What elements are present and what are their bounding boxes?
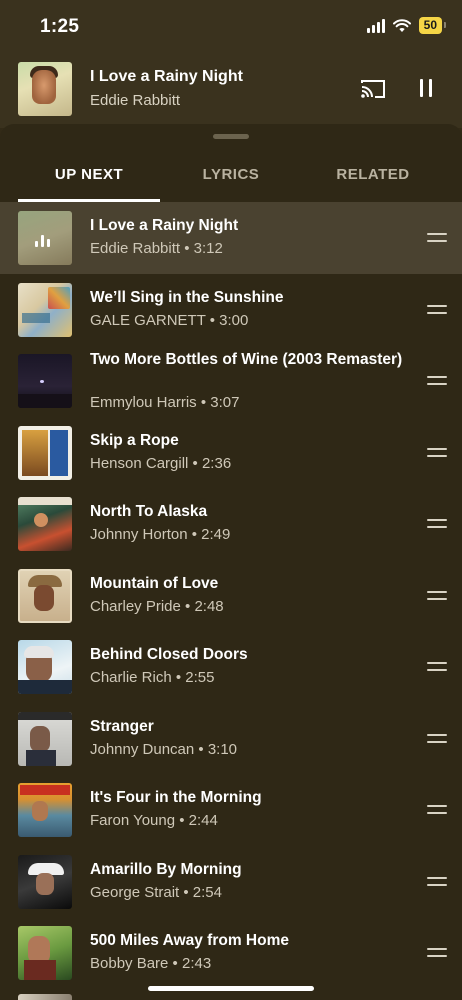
home-indicator xyxy=(148,986,314,991)
tab-related[interactable]: RELATED xyxy=(298,166,448,183)
album-art xyxy=(18,711,72,766)
track-artist-duration: Faron Young • 2:44 xyxy=(90,812,218,829)
album-art xyxy=(18,568,72,623)
tab-lyrics[interactable]: LYRICS xyxy=(156,166,306,183)
sheet-drag-handle[interactable] xyxy=(213,134,249,139)
now-playing-equalizer-icon xyxy=(35,235,50,247)
track-artist-duration: Eddie Rabbitt • 3:12 xyxy=(90,240,223,257)
queue-item[interactable]: We’ll Sing in the Sunshine GALE GARNETT … xyxy=(0,274,462,346)
track-title: 500 Miles Away from Home xyxy=(90,932,289,949)
track-artist-duration: Charlie Rich • 2:55 xyxy=(90,669,215,686)
track-title: It's Four in the Morning xyxy=(90,789,262,806)
status-time: 1:25 xyxy=(40,16,80,37)
album-art xyxy=(18,640,72,694)
queue-item[interactable]: Mountain of Love Charley Pride • 2:48 xyxy=(0,560,462,632)
tab-up-next[interactable]: UP NEXT xyxy=(14,166,164,183)
drag-handle-icon[interactable] xyxy=(427,590,447,601)
drag-handle-icon[interactable] xyxy=(427,733,447,744)
drag-handle-icon[interactable] xyxy=(427,662,447,672)
drag-handle-icon[interactable] xyxy=(427,805,447,815)
track-title: We’ll Sing in the Sunshine xyxy=(90,288,284,306)
cast-icon[interactable] xyxy=(360,78,386,100)
now-playing-title: I Love a Rainy Night xyxy=(90,68,243,85)
drag-handle-icon[interactable] xyxy=(427,447,447,458)
track-title: Amarillo By Morning xyxy=(90,860,242,878)
queue-item[interactable]: 500 Miles Away from Home Bobby Bare • 2:… xyxy=(0,917,462,989)
album-art xyxy=(18,783,72,837)
queue-item-current[interactable]: I Love a Rainy Night Eddie Rabbitt • 3:1… xyxy=(0,202,462,274)
cellular-signal-icon xyxy=(366,18,385,33)
queue-item[interactable]: It's Four in the Morning Faron Young • 2… xyxy=(0,774,462,846)
album-art xyxy=(18,926,72,980)
track-artist-duration: Bobby Bare • 2:43 xyxy=(90,955,212,972)
album-art xyxy=(18,497,72,551)
album-art xyxy=(18,211,72,265)
queue-item[interactable]: Stranger Johnny Duncan • 3:10 xyxy=(0,703,462,775)
drag-handle-icon[interactable] xyxy=(427,876,447,887)
track-artist-duration: Emmylou Harris • 3:07 xyxy=(90,394,240,411)
status-bar: 1:25 50 xyxy=(0,0,462,52)
drag-handle-icon[interactable] xyxy=(427,304,447,315)
track-title: Two More Bottles of Wine (2003 Remaster) xyxy=(90,351,403,368)
queue-item[interactable]: Two More Bottles of Wine (2003 Remaster)… xyxy=(0,345,462,417)
album-art xyxy=(18,993,72,1000)
album-art xyxy=(18,425,72,480)
queue-item[interactable]: Skip a Rope Henson Cargill • 2:36 xyxy=(0,417,462,489)
album-art xyxy=(18,354,72,408)
album-art xyxy=(18,854,72,909)
track-artist-duration: Johnny Horton • 2:49 xyxy=(90,526,231,543)
track-title: I Love a Rainy Night xyxy=(90,217,239,234)
track-artist-duration: George Strait • 2:54 xyxy=(90,883,222,901)
tab-bar: UP NEXT LYRICS RELATED xyxy=(0,154,462,203)
track-artist-duration: GALE GARNETT • 3:00 xyxy=(90,311,249,329)
mini-player[interactable]: I Love a Rainy Night Eddie Rabbitt xyxy=(0,52,462,128)
track-title: North To Alaska xyxy=(90,503,208,520)
drag-handle-icon[interactable] xyxy=(427,948,447,958)
track-title: Mountain of Love xyxy=(90,574,219,592)
track-artist-duration: Johnny Duncan • 3:10 xyxy=(90,740,238,758)
queue-item[interactable]: Behind Closed Doors Charlie Rich • 2:55 xyxy=(0,631,462,703)
status-icons: 50 xyxy=(366,17,447,34)
queue-sheet: UP NEXT LYRICS RELATED I Love a Rainy Ni… xyxy=(0,124,462,1000)
queue-item[interactable]: Amarillo By Morning George Strait • 2:54 xyxy=(0,846,462,918)
track-title: Behind Closed Doors xyxy=(90,646,248,663)
track-artist-duration: Henson Cargill • 2:36 xyxy=(90,454,232,472)
track-title: Skip a Rope xyxy=(90,431,179,449)
queue-item[interactable]: North To Alaska Johnny Horton • 2:49 xyxy=(0,488,462,560)
track-title: Stranger xyxy=(90,717,154,735)
now-playing-artist: Eddie Rabbitt xyxy=(90,92,181,109)
wifi-icon xyxy=(392,18,411,32)
drag-handle-icon[interactable] xyxy=(427,376,447,386)
drag-handle-icon[interactable] xyxy=(427,233,447,243)
now-playing-album-art xyxy=(18,62,72,116)
album-art xyxy=(18,282,72,337)
queue-list: I Love a Rainy Night Eddie Rabbitt • 3:1… xyxy=(0,202,462,1000)
battery-indicator: 50 xyxy=(418,17,447,34)
pause-button[interactable] xyxy=(418,79,434,99)
track-artist-duration: Charley Pride • 2:48 xyxy=(90,597,224,615)
drag-handle-icon[interactable] xyxy=(427,519,447,529)
